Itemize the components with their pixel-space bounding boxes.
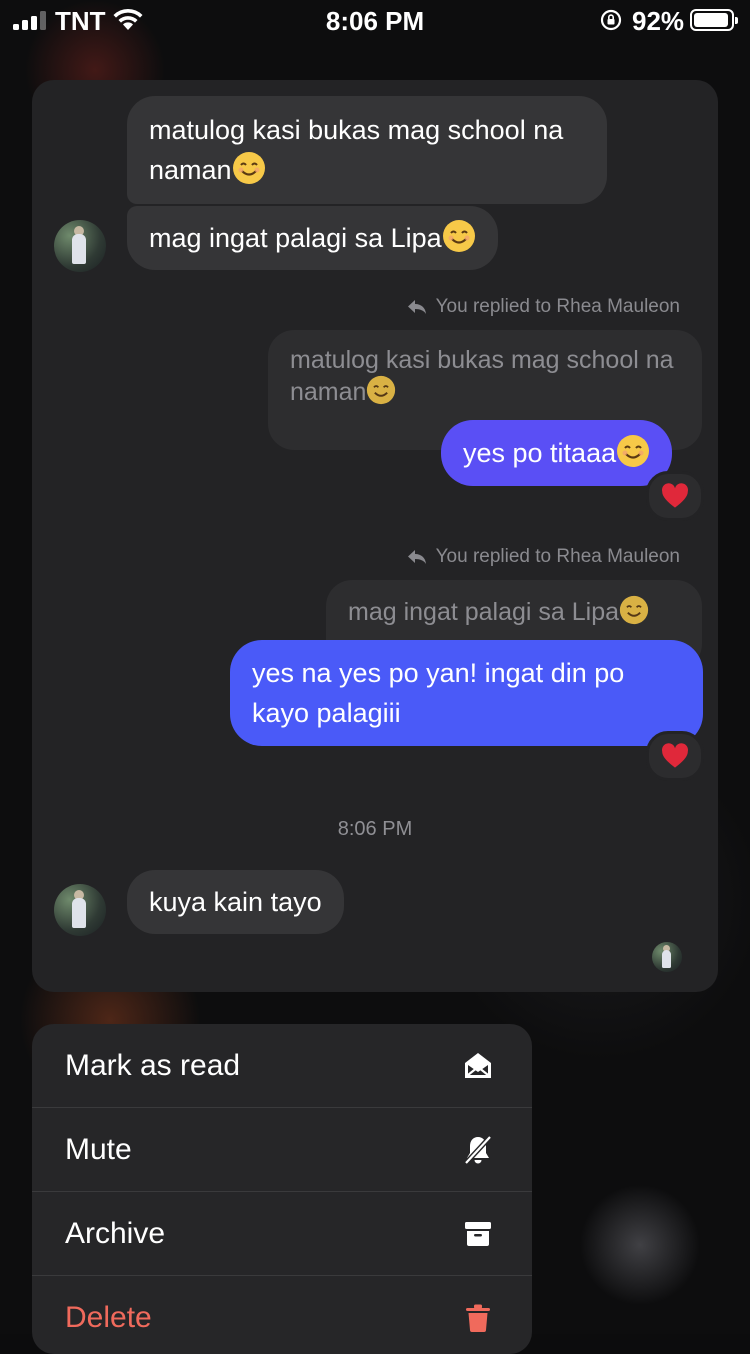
reply-note-text: You replied to Rhea Mauleon xyxy=(435,546,680,567)
mute-button[interactable]: Mute xyxy=(32,1108,532,1192)
incoming-message: matulog kasi bukas mag school na naman xyxy=(127,96,607,204)
mark-as-read-button[interactable]: Mark as read xyxy=(32,1024,532,1108)
reply-arrow-icon xyxy=(407,550,426,564)
menu-item-label: Archive xyxy=(65,1216,166,1250)
battery-icon xyxy=(690,9,738,31)
seen-by-avatar xyxy=(652,942,682,972)
outgoing-message[interactable]: yes na yes po yan! ingat din po kayo pal… xyxy=(230,640,703,746)
message-text: yes po titaaa xyxy=(463,438,617,468)
contact-avatar[interactable] xyxy=(54,220,106,272)
smiling-face-emoji-icon xyxy=(442,220,475,252)
archive-box-icon xyxy=(465,1221,491,1246)
incoming-message: kuya kain tayo xyxy=(127,870,344,934)
quoted-text: matulog kasi bukas mag school na naman xyxy=(290,346,674,406)
conversation-preview: matulog kasi bukas mag school na naman m… xyxy=(32,80,718,992)
message-text: matulog kasi bukas mag school na naman xyxy=(149,115,564,185)
conversation-actions-menu: Mark as read Mute Archive Delete xyxy=(32,1024,532,1354)
message-text: kuya kain tayo xyxy=(149,887,322,917)
heart-reaction[interactable] xyxy=(646,471,704,521)
battery-percentage: 92% xyxy=(632,6,685,36)
envelope-open-icon xyxy=(465,1052,491,1078)
trash-icon xyxy=(466,1304,490,1332)
delete-button[interactable]: Delete xyxy=(32,1276,532,1354)
outgoing-message[interactable]: yes po titaaa xyxy=(441,420,673,486)
reply-note-text: You replied to Rhea Mauleon xyxy=(435,296,680,317)
heart-icon xyxy=(662,743,688,768)
status-bar: TNT 8:06 PM 92% xyxy=(0,0,750,40)
smiling-face-emoji-icon xyxy=(232,152,265,184)
heart-icon xyxy=(662,483,688,508)
message-timestamp: 8:06 PM xyxy=(337,818,413,840)
contact-avatar[interactable] xyxy=(54,884,106,936)
quoted-text: mag ingat palagi sa Lipa xyxy=(348,598,620,626)
incoming-message: mag ingat palagi sa Lipa xyxy=(127,206,498,270)
menu-item-label: Mute xyxy=(65,1132,132,1166)
message-text: mag ingat palagi sa Lipa xyxy=(149,223,442,253)
reply-context-note: You replied to Rhea Mauleon xyxy=(406,296,680,318)
message-text: yes na yes po yan! ingat din po kayo pal… xyxy=(252,658,625,728)
smiling-face-emoji-icon xyxy=(617,435,650,467)
orientation-lock-icon xyxy=(600,9,622,31)
archive-button[interactable]: Archive xyxy=(32,1192,532,1276)
bell-slash-icon xyxy=(464,1134,492,1165)
heart-reaction[interactable] xyxy=(646,731,704,781)
smiling-face-emoji-icon xyxy=(619,595,649,625)
menu-item-label: Mark as read xyxy=(65,1048,241,1082)
menu-item-label: Delete xyxy=(65,1301,152,1334)
smiling-face-emoji-icon xyxy=(367,375,396,405)
reply-arrow-icon xyxy=(407,300,426,314)
reply-context-note: You replied to Rhea Mauleon xyxy=(406,546,680,568)
